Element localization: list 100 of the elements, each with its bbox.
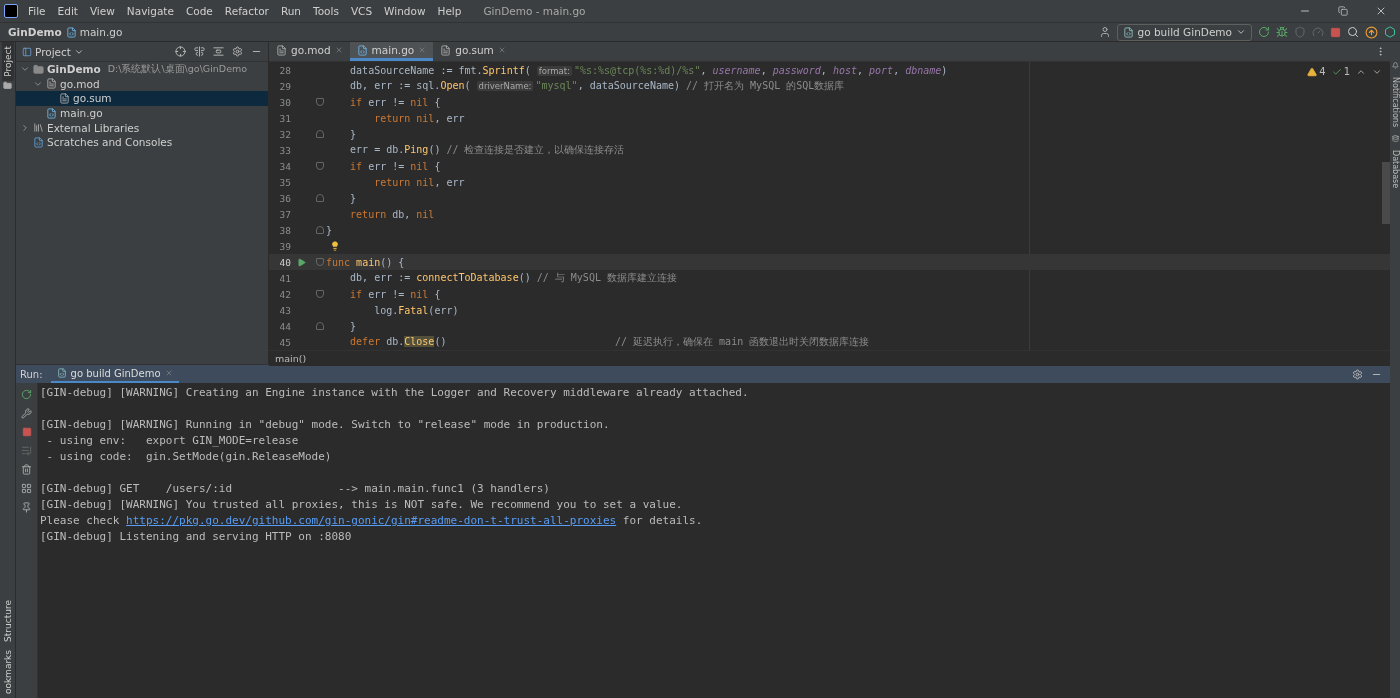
tree-item[interactable]: External Libraries [16, 120, 268, 135]
console-link[interactable]: https://pkg.go.dev/github.com/gin-gonic/gin#readme-don-t-trust-all-proxies [126, 514, 617, 527]
scrollbar-thumb[interactable] [1382, 162, 1390, 224]
code-line: } [326, 224, 333, 236]
menu-item[interactable]: Code [183, 5, 215, 17]
stop-icon[interactable] [21, 427, 32, 437]
tool-window-tab[interactable]: Database [1390, 150, 1400, 189]
file-icon [56, 368, 67, 378]
menu-item[interactable]: Help [435, 5, 464, 17]
tree-item-label: Scratches and Consoles [47, 136, 173, 149]
scratch-icon [33, 136, 44, 148]
folder-icon [3, 80, 12, 90]
line-number: 37 [278, 208, 291, 220]
caret-icon [1236, 27, 1246, 37]
tree-item[interactable]: Scratches and Consoles [16, 134, 268, 150]
rerun-icon[interactable] [1258, 26, 1270, 38]
locate-icon[interactable] [175, 46, 186, 57]
layout-icon[interactable] [21, 483, 32, 494]
run-gutter-icon[interactable] [297, 257, 306, 267]
menu-item[interactable]: VCS [348, 5, 375, 17]
menu-item[interactable]: Run [278, 5, 304, 17]
wrench-icon[interactable] [21, 408, 32, 419]
editor-tab[interactable]: go.mod [269, 42, 350, 61]
line-number: 42 [278, 288, 291, 300]
tool-window-tab[interactable]: Project [1, 42, 14, 81]
run-configuration-dropdown[interactable]: go build GinDemo [1116, 23, 1252, 41]
menu-item[interactable]: View [87, 5, 117, 17]
pin-icon[interactable] [21, 502, 32, 513]
breadcrumb[interactable]: main() [275, 353, 307, 364]
line-number: 38 [278, 224, 291, 236]
collapse-all-icon[interactable] [213, 46, 224, 57]
warning-count[interactable]: 4 [1307, 66, 1326, 77]
shield-icon[interactable] [1294, 26, 1306, 38]
stop-icon[interactable] [1330, 26, 1341, 38]
hexagon-icon[interactable] [1384, 26, 1396, 38]
code-line: if err != nil { [349, 288, 441, 300]
line-number: 28 [278, 64, 291, 76]
settings-icon[interactable] [1352, 368, 1363, 380]
tree-item[interactable]: main.go [16, 105, 268, 121]
line-number: 43 [278, 304, 291, 316]
check-icon [1331, 66, 1342, 77]
tool-window-tab[interactable]: ookmarks [1, 645, 14, 698]
scroll-to-end-icon[interactable] [21, 445, 32, 456]
code-line: } [349, 320, 357, 332]
close-icon[interactable] [1375, 5, 1387, 17]
breadcrumb[interactable]: main.go [65, 26, 123, 38]
bell-icon [1391, 62, 1399, 69]
line-number: 41 [278, 272, 291, 284]
user-icon[interactable] [1098, 26, 1111, 38]
line-number: 34 [278, 160, 291, 172]
menu-item[interactable]: Window [382, 5, 428, 17]
menu-item[interactable]: Refactor [222, 5, 271, 17]
code-line: } [349, 128, 357, 140]
tree-item[interactable]: go.mod [16, 76, 268, 92]
code-line: } [349, 192, 357, 204]
code-line: func main() { [326, 256, 405, 268]
chevron-right-icon[interactable] [20, 122, 30, 133]
project-view-dropdown[interactable]: Project [22, 45, 84, 58]
warning-icon [1307, 66, 1318, 77]
line-number: 30 [278, 96, 291, 108]
tool-window-tab[interactable]: Notifications [1390, 77, 1400, 128]
code-line: err = db.Ping() // 检查连接是否建立，以确保连接存活 [349, 143, 625, 157]
restore-icon[interactable] [1338, 6, 1348, 16]
tree-item-label: main.go [60, 107, 103, 120]
console-line: - using env: export GIN_MODE=release [45, 433, 300, 449]
passed-count[interactable]: 1 [1331, 66, 1350, 77]
editor-tab[interactable]: go.sum [433, 42, 513, 61]
tree-item-label: External Libraries [47, 121, 140, 134]
panel-icon [22, 46, 32, 57]
file-icon [59, 93, 70, 104]
go-file-icon [46, 107, 57, 119]
bug-icon[interactable] [1276, 26, 1288, 38]
breadcrumb[interactable]: GinDemo [8, 26, 62, 38]
editor-tab[interactable]: main.go [349, 42, 434, 61]
code-line: if err != nil { [349, 96, 441, 108]
code-line: return nil, err [373, 176, 465, 188]
search-icon[interactable] [1347, 26, 1359, 38]
gauge-icon[interactable] [1312, 26, 1324, 38]
console-line: [GIN-debug] GET /users/:id --> main.main.func1 (3 handlers) [40, 481, 551, 497]
code-line: return nil, err [373, 112, 465, 124]
file-icon [1122, 26, 1134, 38]
tool-window-tab[interactable]: Structure [1, 596, 14, 646]
console-line: [GIN-debug] Listening and serving HTTP on :8080 [40, 529, 353, 545]
menu-item[interactable]: Navigate [124, 5, 176, 17]
tree-item[interactable]: GinDemo D:\系统默认\桌面\go\GinDemo [16, 62, 268, 77]
code-line: db, err := sql.Open( driverName: "mysql", dataSourceName) // 打开名为 MySQL 的SQL数据库 [349, 79, 845, 93]
settings-icon[interactable] [232, 46, 243, 57]
tree-item[interactable]: go.sum [16, 91, 268, 106]
expand-all-icon[interactable] [194, 46, 205, 57]
update-icon[interactable] [1365, 25, 1378, 39]
menu-item[interactable]: Edit [55, 5, 80, 17]
menu-item[interactable]: Tools [311, 5, 341, 17]
file-icon [46, 78, 57, 90]
menu-item[interactable]: File [26, 5, 48, 17]
rerun-icon[interactable] [21, 389, 32, 400]
trash-icon[interactable] [21, 464, 32, 475]
run-tab[interactable]: go build GinDemo [50, 365, 179, 383]
lightbulb-icon[interactable] [330, 241, 340, 251]
go-file-icon [65, 26, 77, 38]
tree-item-label: GinDemo [47, 63, 101, 76]
